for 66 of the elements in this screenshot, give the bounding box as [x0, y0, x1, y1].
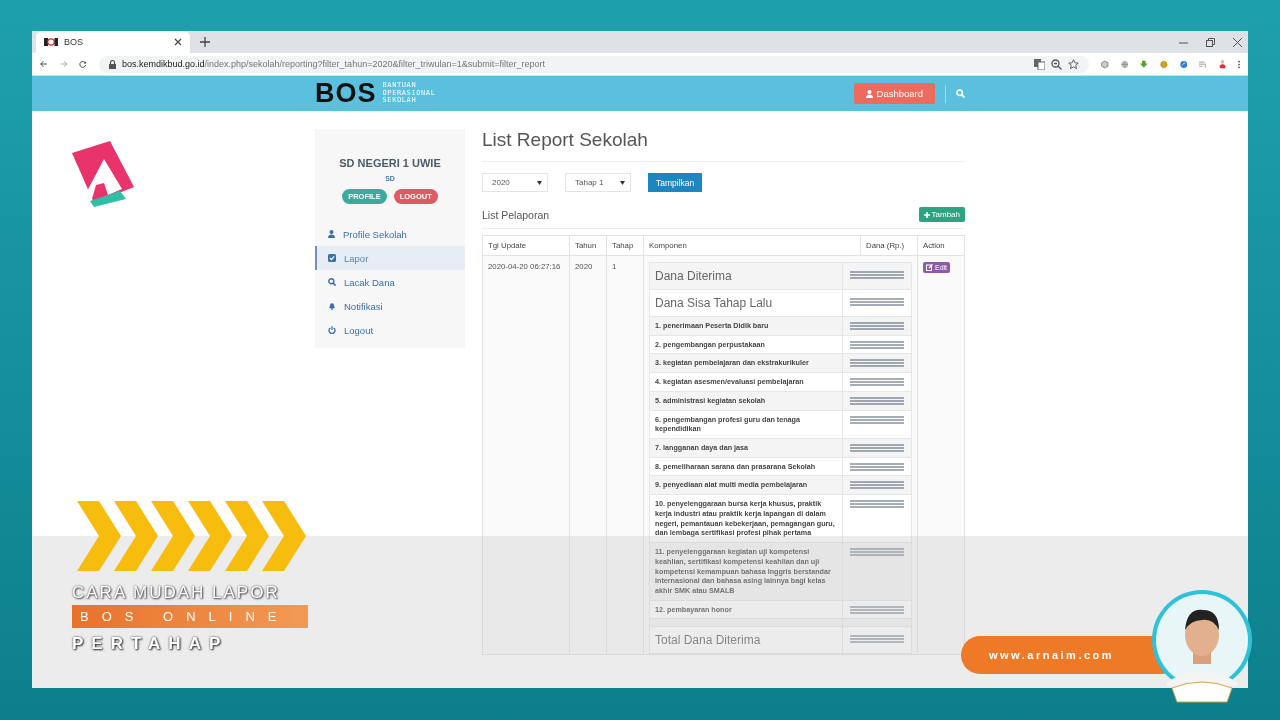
- user-icon: [865, 89, 873, 98]
- checkbox-icon: [328, 254, 336, 262]
- tab-title: BOS: [64, 37, 84, 47]
- star-icon[interactable]: [1067, 58, 1079, 70]
- school-name: SD NEGERI 1 UWIE: [339, 157, 441, 169]
- redacted-lines-icon: [850, 500, 904, 509]
- sidebar-item[interactable]: Profile Sekolah: [315, 222, 465, 246]
- section-title: List Pelaporan: [482, 208, 550, 221]
- redacted-lines-icon: [850, 396, 904, 405]
- dashboard-button[interactable]: Dashboard: [853, 83, 935, 104]
- logo-text: BOS: [315, 80, 377, 107]
- sidebar-item[interactable]: Lacak Dana: [315, 270, 465, 294]
- cube-icon[interactable]: [1100, 58, 1109, 70]
- video-title: CARA MUDAH LAPOR: [72, 583, 281, 604]
- redacted-lines-icon: [850, 462, 904, 471]
- sidebar-item[interactable]: Lapor: [315, 246, 465, 270]
- redacted-lines-icon: [850, 378, 904, 387]
- sidebar-item[interactable]: Logout: [315, 318, 465, 342]
- redacted-lines-icon: [850, 298, 904, 306]
- power-icon: [328, 326, 336, 334]
- logo-icon: [44, 37, 58, 47]
- address-bar[interactable]: bos.kemdikbud.go.id/index.php/sekolah/reporting?filter_tahun=2020&filter_triwulan=1&submit=filter_report: [98, 55, 1089, 73]
- caret-icon: [620, 180, 625, 185]
- sidebar-item[interactable]: Notifikasi: [315, 294, 465, 318]
- profile-icon[interactable]: [1218, 58, 1226, 70]
- close-icon[interactable]: [1233, 37, 1242, 47]
- zoom-icon[interactable]: [1050, 58, 1062, 70]
- redacted-lines-icon: [850, 635, 904, 644]
- component-heading: Dana Sisa Tahap Lalu: [649, 289, 843, 317]
- close-icon[interactable]: [174, 38, 182, 46]
- back-icon[interactable]: [40, 59, 48, 69]
- redacted-lines-icon: [850, 444, 904, 453]
- lock-icon: [108, 59, 116, 69]
- filter-dropdown[interactable]: 2020: [482, 173, 548, 192]
- video-title-banner: BOS ONLINE: [72, 605, 308, 628]
- add-button[interactable]: Tambah: [918, 207, 965, 222]
- translate-icon[interactable]: [1033, 58, 1045, 70]
- user-icon: [328, 230, 335, 238]
- redacted-lines-icon: [850, 340, 904, 349]
- restore-icon[interactable]: [1206, 37, 1215, 47]
- new-tab-icon[interactable]: [200, 37, 210, 47]
- bell-icon: [328, 302, 336, 310]
- extension-icon[interactable]: [1179, 58, 1188, 70]
- caret-icon: [537, 180, 542, 185]
- component-heading: Total Dana Diterima: [649, 626, 843, 654]
- redacted-lines-icon: [850, 271, 904, 279]
- url-text: bos.kemdikbud.go.id/index.php/sekolah/reporting?filter_tahun=2020&filter_triwulan=1&submit=filter_report: [121, 59, 545, 69]
- download-icon[interactable]: [1140, 58, 1148, 70]
- show-button[interactable]: Tampilkan: [648, 173, 703, 192]
- filter-dropdown[interactable]: Tahap 1: [565, 173, 631, 192]
- globe-icon[interactable]: [1120, 58, 1129, 70]
- redacted-lines-icon: [850, 322, 904, 330]
- redacted-lines-icon: [850, 481, 904, 490]
- redacted-lines-icon: [850, 359, 904, 368]
- component-heading: Dana Diterima: [649, 262, 843, 290]
- search-icon: [328, 278, 336, 286]
- video-subtitle: PERTAHAP: [72, 634, 230, 654]
- edit-icon: [926, 264, 933, 271]
- browser-tab[interactable]: BOS: [36, 31, 190, 53]
- page-title: List Report Sekolah: [482, 129, 965, 162]
- redacted-lines-icon: [850, 605, 904, 614]
- plus-icon: [923, 211, 930, 218]
- reload-icon[interactable]: [79, 58, 87, 70]
- redacted-lines-icon: [850, 415, 904, 424]
- redacted-lines-icon: [850, 548, 904, 557]
- menu-icon[interactable]: [1237, 58, 1240, 70]
